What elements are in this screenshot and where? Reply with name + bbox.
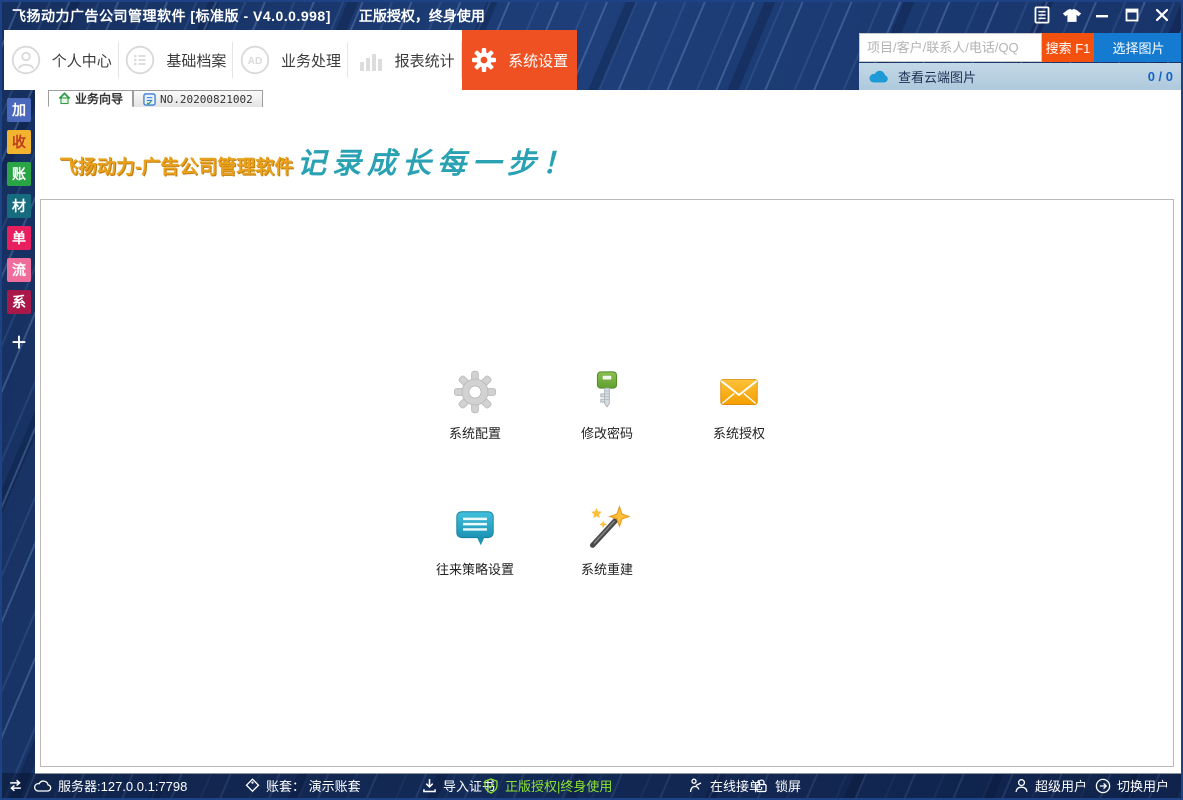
minimize-icon[interactable] <box>1087 3 1117 27</box>
chat-bubble-icon <box>451 504 499 552</box>
switch-user-icon <box>1095 778 1111 794</box>
view-cloud-images-bar[interactable]: 查看云端图片 0 / 0 <box>859 63 1183 90</box>
close-icon[interactable] <box>1147 3 1177 27</box>
current-user-button[interactable]: 超级用户 <box>1014 773 1087 798</box>
brand-logo-text: 飞扬动力-广告公司管理软件 <box>59 152 293 179</box>
document-tabs: 业务向导 NO.20200821002 <box>48 90 263 107</box>
title-bar: 飞扬动力广告公司管理软件 [标准版 - V4.0.0.998] 正版授权，终身使… <box>2 2 1181 30</box>
nav-item-business[interactable]: AD 业务处理 <box>233 30 348 90</box>
bar-chart-icon <box>356 46 384 74</box>
window-controls <box>1027 2 1177 28</box>
tab-order-document[interactable]: NO.20200821002 <box>133 90 263 107</box>
cloud-icon <box>869 70 889 83</box>
sidebar-item-material[interactable]: 材 <box>7 194 31 218</box>
lock-screen-label: 锁屏 <box>775 776 801 795</box>
sidebar-item-account[interactable]: 账 <box>7 162 31 186</box>
checklist-icon <box>143 93 156 106</box>
wizard-item-contact-policy[interactable]: 往来策略设置 <box>409 504 541 578</box>
nav-label: 业务处理 <box>281 50 341 71</box>
cloud-outline-icon <box>34 780 52 792</box>
nav-label: 个人中心 <box>52 50 112 71</box>
envelope-icon <box>715 368 763 416</box>
import-icon <box>422 778 437 793</box>
wizard-item-change-password[interactable]: 修改密码 <box>541 368 673 442</box>
wizard-row-1: 系统配置 <box>409 368 805 442</box>
sidebar-item-flow[interactable]: 流 <box>7 258 31 282</box>
sidebar-item-receive[interactable]: 收 <box>7 130 31 154</box>
wizard-row-2: 往来策略设置 系统重建 <box>409 504 805 578</box>
shield-icon <box>483 778 499 794</box>
gear-gray-icon <box>451 368 499 416</box>
tab-label: NO.20200821002 <box>160 93 253 106</box>
maximize-icon[interactable] <box>1117 3 1147 27</box>
search-input[interactable] <box>859 33 1042 62</box>
window-title-license: 正版授权，终身使用 <box>359 6 485 26</box>
window-title: 飞扬动力广告公司管理软件 [标准版 - V4.0.0.998] <box>12 6 331 26</box>
switch-user-label: 切换用户 <box>1117 776 1169 795</box>
wizard-item-system-rebuild[interactable]: 系统重建 <box>541 504 673 578</box>
wizard-item-label: 系统重建 <box>581 559 633 578</box>
sidebar-item-add[interactable]: 加 <box>7 98 31 122</box>
wizard-item-system-config[interactable]: 系统配置 <box>409 368 541 442</box>
cloud-bar-label: 查看云端图片 <box>898 67 976 86</box>
status-bar: 服务器:127.0.0.1:7798 账套： 演示账套 导入证书 正版授权|终身… <box>2 773 1181 798</box>
brand-slogan: 记录成长每一步！ <box>297 140 577 182</box>
quick-sidebar: 加 收 账 材 单 流 系 + <box>7 98 31 354</box>
lock-icon <box>754 778 769 793</box>
sidebar-add-button[interactable]: + <box>7 330 31 354</box>
current-user-label: 超级用户 <box>1035 776 1087 795</box>
person-circle-icon <box>11 45 41 75</box>
cloud-image-count: 0 / 0 <box>1148 69 1173 84</box>
home-icon <box>58 92 71 105</box>
nav-label: 报表统计 <box>395 50 455 71</box>
nav-item-reports[interactable]: 报表统计 <box>348 30 463 90</box>
wizard-panel: 系统配置 <box>40 199 1174 767</box>
sidebar-item-order[interactable]: 单 <box>7 226 31 250</box>
nav-item-personal-center[interactable]: 个人中心 <box>4 30 119 90</box>
user-icon <box>1014 778 1029 793</box>
main-content: 业务向导 NO.20200821002 飞扬动力-广告公司管理软件 记录成长每一… <box>35 90 1183 774</box>
account-set-status: 账套： 演示账套 <box>245 773 361 798</box>
search-button[interactable]: 搜索 F1 <box>1042 33 1094 62</box>
license-status: 正版授权|终身使用 <box>483 773 612 798</box>
switch-user-button[interactable]: 切换用户 <box>1095 773 1169 798</box>
main-nav: 个人中心 基础档案 AD 业务处理 报表统计 <box>4 30 577 90</box>
nav-label: 基础档案 <box>166 50 226 71</box>
license-label: 正版授权|终身使用 <box>505 776 612 795</box>
list-circle-icon <box>125 45 155 75</box>
wizard-item-label: 系统配置 <box>449 423 501 442</box>
select-image-button[interactable]: 选择图片 <box>1094 33 1183 62</box>
wizard-item-label: 系统授权 <box>713 423 765 442</box>
lock-screen-button[interactable]: 锁屏 <box>754 773 801 798</box>
sync-arrows-icon <box>8 773 23 798</box>
server-address: 服务器:127.0.0.1:7798 <box>58 776 187 795</box>
skin-icon[interactable] <box>1057 3 1087 27</box>
nav-item-system-settings[interactable]: 系统设置 <box>462 30 577 90</box>
key-icon <box>583 368 631 416</box>
app-window: 飞扬动力广告公司管理软件 [标准版 - V4.0.0.998] 正版授权，终身使… <box>0 0 1183 800</box>
online-orders-button[interactable]: 在线接单 <box>688 773 762 798</box>
ad-circle-icon: AD <box>240 45 270 75</box>
sidebar-item-system[interactable]: 系 <box>7 290 31 314</box>
tab-label: 业务向导 <box>75 90 123 107</box>
svg-text:AD: AD <box>248 56 262 67</box>
tab-business-wizard[interactable]: 业务向导 <box>48 90 133 107</box>
tag-icon <box>245 778 260 793</box>
wizard-item-system-license[interactable]: 系统授权 <box>673 368 805 442</box>
server-status: 服务器:127.0.0.1:7798 <box>34 773 187 798</box>
notes-icon[interactable] <box>1027 3 1057 27</box>
operator-icon <box>688 778 704 793</box>
wizard-grid: 系统配置 <box>41 368 1173 578</box>
nav-item-basic-files[interactable]: 基础档案 <box>119 30 234 90</box>
nav-label: 系统设置 <box>508 50 568 71</box>
account-set-label: 账套： 演示账套 <box>266 776 361 795</box>
wizard-item-label: 往来策略设置 <box>436 559 514 578</box>
wizard-item-label: 修改密码 <box>581 423 633 442</box>
gear-icon <box>471 47 497 73</box>
magic-wand-icon <box>583 504 631 552</box>
